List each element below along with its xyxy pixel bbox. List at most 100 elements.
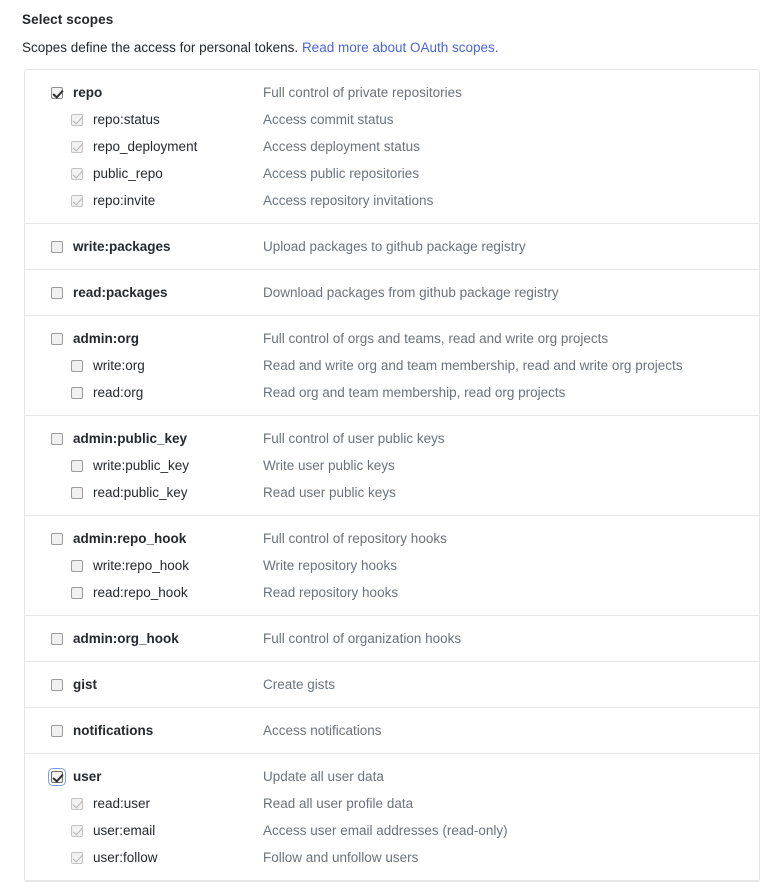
checkbox-cell[interactable] <box>25 625 63 652</box>
scope-name[interactable]: write:public_key <box>83 452 263 479</box>
scope-name[interactable]: admin:org <box>63 325 263 352</box>
scope-name[interactable]: public_repo <box>83 160 263 187</box>
checkbox-cell[interactable] <box>25 325 63 352</box>
scope-row-parent[interactable]: read:packages Download packages from gith… <box>25 279 759 306</box>
scope-name[interactable]: user:email <box>83 817 263 844</box>
scope-row-child[interactable]: read:public_key Read user public keys <box>25 479 759 506</box>
scope-row-child[interactable]: read:user Read all user profile data <box>25 790 759 817</box>
scope-checkbox-admin:org[interactable] <box>51 332 63 345</box>
scope-name[interactable]: user <box>63 763 263 790</box>
scope-checkbox-admin:org_hook[interactable] <box>51 632 63 645</box>
checkbox-cell[interactable] <box>25 106 83 133</box>
scope-row-parent[interactable]: gist Create gists <box>25 671 759 698</box>
scope-checkbox-user[interactable] <box>48 767 66 786</box>
checkbox-cell[interactable] <box>25 552 83 579</box>
checkbox-cell[interactable] <box>25 844 83 871</box>
scope-row-parent[interactable]: admin:repo_hook Full control of repositor… <box>25 525 759 552</box>
scope-name[interactable]: gist <box>63 671 263 698</box>
checkbox-cell[interactable] <box>25 187 83 214</box>
scope-row-child[interactable]: write:repo_hook Write repository hooks <box>25 552 759 579</box>
scope-row-parent[interactable]: repo Full control of private repositories <box>25 79 759 106</box>
scope-group-admin:repo_hook: admin:repo_hook Full control of repositor… <box>25 516 759 616</box>
scope-checkbox-write:packages[interactable] <box>51 240 63 253</box>
scope-row-child[interactable]: repo:status Access commit status <box>25 106 759 133</box>
checkbox-cell[interactable] <box>25 790 83 817</box>
scope-name[interactable]: read:public_key <box>83 479 263 506</box>
scope-checkbox-admin:public_key[interactable] <box>51 432 63 445</box>
checkbox-cell[interactable] <box>25 479 83 506</box>
scope-description: Full control of organization hooks <box>263 631 462 646</box>
checkbox-cell[interactable] <box>25 425 63 452</box>
scope-name[interactable]: repo <box>63 79 263 106</box>
scope-row-parent[interactable]: admin:org_hook Full control of organizati… <box>25 625 759 652</box>
scope-group-admin:org: admin:org Full control of orgs and teams,… <box>25 316 759 416</box>
scope-row-parent[interactable]: write:packages Upload packages to github … <box>25 233 759 260</box>
scope-name[interactable]: read:packages <box>63 279 263 306</box>
scope-checkbox-notifications[interactable] <box>51 724 63 737</box>
scope-row-child[interactable]: write:org Read and write org and team mem… <box>25 352 759 379</box>
checkbox-cell[interactable] <box>25 79 63 106</box>
scope-row-parent[interactable]: admin:org Full control of orgs and teams,… <box>25 325 759 352</box>
checkbox-cell[interactable] <box>25 160 83 187</box>
scope-description: Read org and team membership, read org p… <box>263 385 566 400</box>
checkbox-cell[interactable] <box>25 763 66 790</box>
scope-checkbox-write:public_key[interactable] <box>71 459 83 472</box>
scope-row-parent[interactable]: admin:public_key Full control of user pub… <box>25 425 759 452</box>
scope-row-child[interactable]: write:public_key Write user public keys <box>25 452 759 479</box>
scope-name[interactable]: write:packages <box>63 233 263 260</box>
scope-row-child[interactable]: read:repo_hook Read repository hooks <box>25 579 759 606</box>
scope-checkbox-read:org[interactable] <box>71 386 83 399</box>
scope-description: Access deployment status <box>263 139 420 154</box>
scope-checkbox-read:repo_hook[interactable] <box>71 586 83 599</box>
scope-name[interactable]: repo:invite <box>83 187 263 214</box>
scope-name[interactable]: repo_deployment <box>83 133 263 160</box>
checkbox-cell[interactable] <box>25 579 83 606</box>
checkbox-cell[interactable] <box>25 133 83 160</box>
scope-row-child[interactable]: user:email Access user email addresses (r… <box>25 817 759 844</box>
checkbox-cell[interactable] <box>25 817 83 844</box>
scope-row-parent[interactable]: user Update all user data <box>25 763 759 790</box>
checkbox-cell[interactable] <box>25 352 83 379</box>
scope-name[interactable]: repo:status <box>83 106 263 133</box>
scope-name[interactable]: read:user <box>83 790 263 817</box>
scope-name[interactable]: write:org <box>83 352 263 379</box>
scope-checkbox-admin:repo_hook[interactable] <box>51 532 63 545</box>
checkbox-cell[interactable] <box>25 671 63 698</box>
scope-name[interactable]: read:org <box>83 379 263 406</box>
scope-row-child[interactable]: public_repo Access public repositories <box>25 160 759 187</box>
scope-name[interactable]: admin:repo_hook <box>63 525 263 552</box>
scope-description: Read and write org and team membership, … <box>263 358 683 373</box>
select-scopes-page: Select scopes Scopes define the access f… <box>0 0 769 882</box>
scope-checkbox-read:packages[interactable] <box>51 286 63 299</box>
checkbox-cell[interactable] <box>25 279 63 306</box>
scope-name[interactable]: notifications <box>63 717 263 744</box>
scope-description: Full control of orgs and teams, read and… <box>263 331 609 346</box>
scope-checkbox-read:public_key[interactable] <box>71 486 83 499</box>
scope-row-child[interactable]: repo:invite Access repository invitations <box>25 187 759 214</box>
scope-row-child[interactable]: user:follow Follow and unfollow users <box>25 844 759 871</box>
scope-name[interactable]: read:repo_hook <box>83 579 263 606</box>
checkbox-cell[interactable] <box>25 452 83 479</box>
checkbox-cell[interactable] <box>25 233 63 260</box>
scope-row-child[interactable]: repo_deployment Access deployment status <box>25 133 759 160</box>
scope-group-admin:public_key: admin:public_key Full control of user pub… <box>25 416 759 516</box>
scope-description: Create gists <box>263 677 336 692</box>
scope-name[interactable]: user:follow <box>83 844 263 871</box>
scope-description: Full control of repository hooks <box>263 531 447 546</box>
scope-checkbox-repo[interactable] <box>51 86 63 99</box>
scope-checkbox-write:repo_hook[interactable] <box>71 559 83 572</box>
scope-name[interactable]: admin:public_key <box>63 425 263 452</box>
scope-row-child[interactable]: read:org Read org and team membership, re… <box>25 379 759 406</box>
scope-name[interactable]: admin:org_hook <box>63 625 263 652</box>
scope-checkbox-write:org[interactable] <box>71 359 83 372</box>
scope-checkbox-read:user <box>71 797 83 810</box>
scope-row-parent[interactable]: notifications Access notifications <box>25 717 759 744</box>
scope-description: Access commit status <box>263 112 394 127</box>
scope-checkbox-gist[interactable] <box>51 678 63 691</box>
oauth-scopes-link[interactable]: Read more about OAuth scopes. <box>302 40 499 55</box>
scope-name[interactable]: write:repo_hook <box>83 552 263 579</box>
checkbox-cell[interactable] <box>25 717 63 744</box>
scope-description: Access notifications <box>263 723 382 738</box>
checkbox-cell[interactable] <box>25 379 83 406</box>
checkbox-cell[interactable] <box>25 525 63 552</box>
